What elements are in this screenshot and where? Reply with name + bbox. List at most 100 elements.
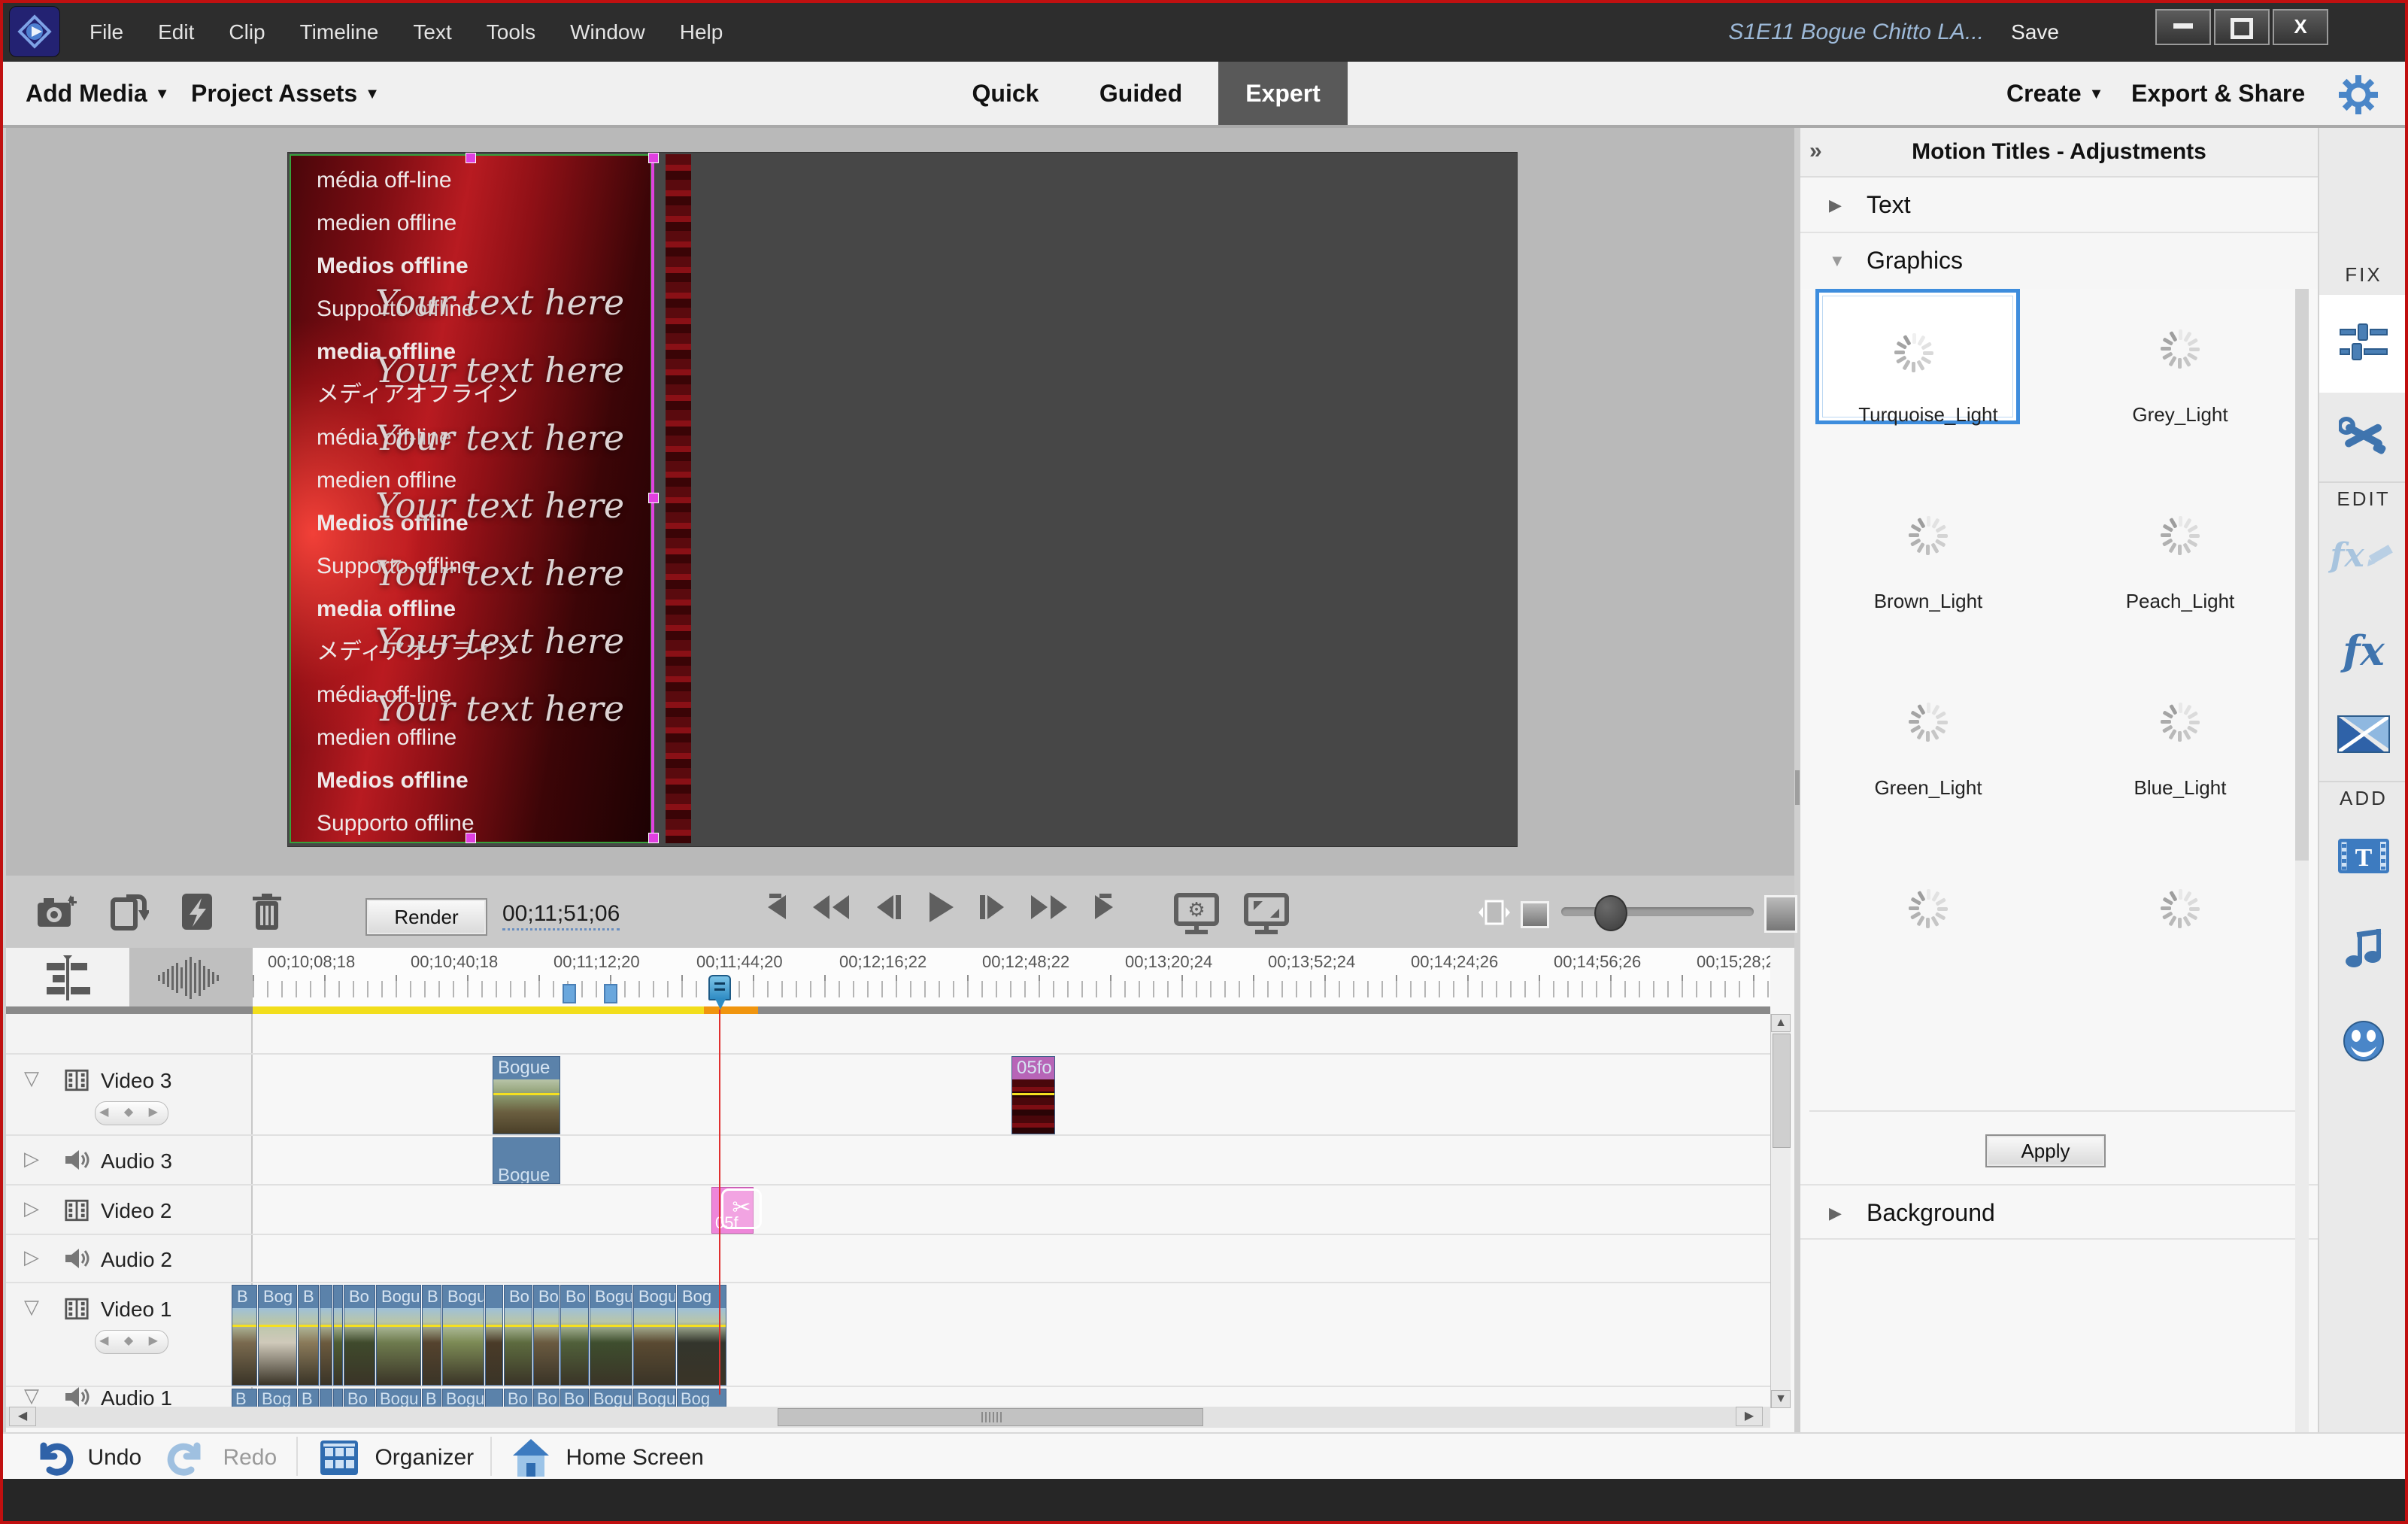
timeline-clip[interactable]: Bogu bbox=[633, 1285, 676, 1386]
timeline-horizontal-scrollbar[interactable]: ◀ ▶ bbox=[6, 1407, 1770, 1428]
timeline-clip[interactable] bbox=[320, 1389, 332, 1408]
scroll-right-button[interactable]: ▶ bbox=[1736, 1407, 1763, 1426]
selection-handle[interactable] bbox=[466, 153, 476, 163]
fullscreen-monitor-icon[interactable] bbox=[1243, 892, 1290, 938]
tools-button[interactable] bbox=[2319, 396, 2408, 478]
expand-track-icon[interactable]: ▷ bbox=[24, 1197, 39, 1220]
timeline-clip[interactable]: Bog bbox=[258, 1389, 297, 1408]
opacity-keyframe-line[interactable] bbox=[443, 1325, 484, 1327]
export-share-button[interactable]: Export & Share bbox=[2131, 62, 2305, 125]
collapse-track-icon[interactable]: ▽ bbox=[24, 1295, 39, 1319]
track-settings-button[interactable] bbox=[6, 948, 129, 1008]
opacity-keyframe-line[interactable] bbox=[320, 1325, 332, 1327]
settings-gear-icon[interactable] bbox=[2339, 75, 2378, 118]
rotate-clip-icon[interactable] bbox=[108, 892, 149, 935]
timeline-clip[interactable]: B bbox=[298, 1389, 319, 1408]
maximize-button[interactable] bbox=[2214, 9, 2270, 45]
playhead-line[interactable] bbox=[719, 1009, 720, 1395]
save-button[interactable]: Save bbox=[2011, 3, 2059, 62]
menu-item-text[interactable]: Text bbox=[396, 3, 469, 62]
shuttle-left-button[interactable] bbox=[811, 891, 851, 927]
timeline-clip[interactable]: Bogu bbox=[633, 1389, 676, 1408]
zoom-small-icon[interactable] bbox=[1521, 901, 1549, 928]
playhead-handle[interactable] bbox=[708, 975, 731, 1000]
keyframe-nav-buttons[interactable]: ◀ ◆ ▶ bbox=[95, 1330, 168, 1354]
scroll-up-button[interactable]: ▲ bbox=[1771, 1014, 1791, 1032]
opacity-keyframe-line[interactable] bbox=[334, 1325, 342, 1327]
timeline-clip[interactable]: Bog bbox=[258, 1285, 297, 1386]
selection-handle[interactable] bbox=[466, 833, 476, 843]
opacity-keyframe-line[interactable] bbox=[299, 1325, 318, 1327]
menu-item-window[interactable]: Window bbox=[553, 3, 663, 62]
menu-item-help[interactable]: Help bbox=[663, 3, 741, 62]
redo-button[interactable]: Redo bbox=[167, 1435, 277, 1480]
render-settings-monitor-icon[interactable]: ⚙ bbox=[1173, 892, 1220, 938]
panel-scrollbar[interactable] bbox=[2295, 289, 2309, 1462]
menu-item-file[interactable]: File bbox=[72, 3, 141, 62]
menu-item-timeline[interactable]: Timeline bbox=[283, 3, 396, 62]
graphics-thumbnail[interactable]: Peach_Light bbox=[2060, 475, 2300, 662]
collapse-track-icon[interactable]: ▽ bbox=[24, 1384, 39, 1407]
graphics-thumbnail[interactable]: Grey_Light bbox=[2060, 289, 2300, 475]
project-assets-button[interactable]: Project Assets▼ bbox=[191, 62, 380, 125]
apply-button[interactable]: Apply bbox=[1985, 1134, 2106, 1167]
timeline-clip[interactable]: Bo bbox=[504, 1285, 532, 1386]
zoom-slider-handle[interactable] bbox=[1594, 895, 1627, 931]
timeline-clip[interactable]: Bo bbox=[344, 1285, 375, 1386]
opacity-keyframe-line[interactable] bbox=[344, 1325, 375, 1327]
frame-back-button[interactable] bbox=[871, 891, 904, 927]
timeline-clip[interactable]: Bo bbox=[344, 1389, 375, 1408]
opacity-keyframe-line[interactable] bbox=[377, 1325, 420, 1327]
opacity-keyframe-line[interactable] bbox=[590, 1325, 632, 1327]
opacity-keyframe-line[interactable] bbox=[493, 1093, 560, 1095]
tab-guided[interactable]: Guided bbox=[1084, 62, 1197, 125]
selection-handle[interactable] bbox=[648, 493, 659, 503]
music-button[interactable] bbox=[2319, 907, 2408, 991]
timeline-marker[interactable] bbox=[563, 984, 576, 1003]
zoom-large-icon[interactable] bbox=[1764, 895, 1797, 933]
adjust-sliders-button[interactable] bbox=[2319, 295, 2408, 393]
zoom-out-clip-icon[interactable] bbox=[1477, 900, 1512, 929]
timeline-clip[interactable]: Bogu bbox=[376, 1285, 421, 1386]
timeline-clip[interactable] bbox=[485, 1285, 503, 1386]
organizer-button[interactable]: Organizer bbox=[319, 1435, 474, 1480]
timeline-vertical-scrollbar[interactable]: ▲ ▼ bbox=[1770, 1014, 1791, 1408]
title-text-button[interactable]: T bbox=[2319, 817, 2408, 901]
opacity-keyframe-line[interactable] bbox=[232, 1325, 256, 1327]
emoji-button[interactable] bbox=[2319, 997, 2408, 1085]
graphics-thumbnail[interactable]: Turquoise_Light bbox=[1808, 289, 2049, 475]
delete-trash-icon[interactable] bbox=[251, 892, 283, 935]
opacity-keyframe-line[interactable] bbox=[505, 1325, 532, 1327]
timeline-clip[interactable]: Bo bbox=[533, 1285, 560, 1386]
current-timecode[interactable]: 00;11;51;06 bbox=[502, 901, 620, 930]
home-screen-button[interactable]: Home Screen bbox=[511, 1435, 704, 1480]
graphics-thumbnail[interactable]: Green_Light bbox=[1808, 662, 2049, 849]
snapshot-camera-icon[interactable] bbox=[36, 892, 78, 934]
scroll-left-button[interactable]: ◀ bbox=[9, 1407, 36, 1426]
timeline-clip[interactable]: Bogu bbox=[590, 1285, 632, 1386]
section-background[interactable]: ▶ Background bbox=[1800, 1184, 2318, 1240]
go-to-end-button[interactable] bbox=[1089, 891, 1122, 927]
expand-track-icon[interactable]: ▷ bbox=[24, 1147, 39, 1170]
section-text[interactable]: ▶ Text bbox=[1800, 178, 2318, 233]
audio-mixer-button[interactable] bbox=[129, 948, 253, 1008]
opacity-keyframe-line[interactable] bbox=[1012, 1093, 1054, 1095]
section-graphics[interactable]: ▼ Graphics bbox=[1800, 233, 2318, 289]
keyframe-nav-buttons[interactable]: ◀ ◆ ▶ bbox=[95, 1101, 168, 1125]
undo-button[interactable]: Undo bbox=[32, 1435, 141, 1480]
fx-pencil-button[interactable]: fx bbox=[2319, 516, 2408, 600]
timeline-clip[interactable]: B bbox=[422, 1389, 441, 1408]
tab-quick[interactable]: Quick bbox=[957, 62, 1054, 125]
program-monitor-frame[interactable]: média off-linemedien offlineMedios offli… bbox=[287, 152, 1518, 847]
timeline-clip[interactable] bbox=[320, 1285, 332, 1386]
play-button[interactable] bbox=[923, 891, 957, 927]
opacity-keyframe-line[interactable] bbox=[534, 1325, 559, 1327]
minimize-button[interactable] bbox=[2155, 9, 2211, 45]
timeline-zoom-slider[interactable] bbox=[1561, 907, 1754, 916]
smart-trim-icon[interactable] bbox=[179, 892, 215, 935]
scrollbar-thumb[interactable] bbox=[778, 1408, 1203, 1426]
collapse-track-icon[interactable]: ▽ bbox=[24, 1067, 39, 1090]
timeline-clip[interactable] bbox=[333, 1389, 343, 1408]
timeline-clip[interactable]: B bbox=[298, 1285, 319, 1386]
splitter-grip[interactable] bbox=[1795, 770, 1800, 805]
